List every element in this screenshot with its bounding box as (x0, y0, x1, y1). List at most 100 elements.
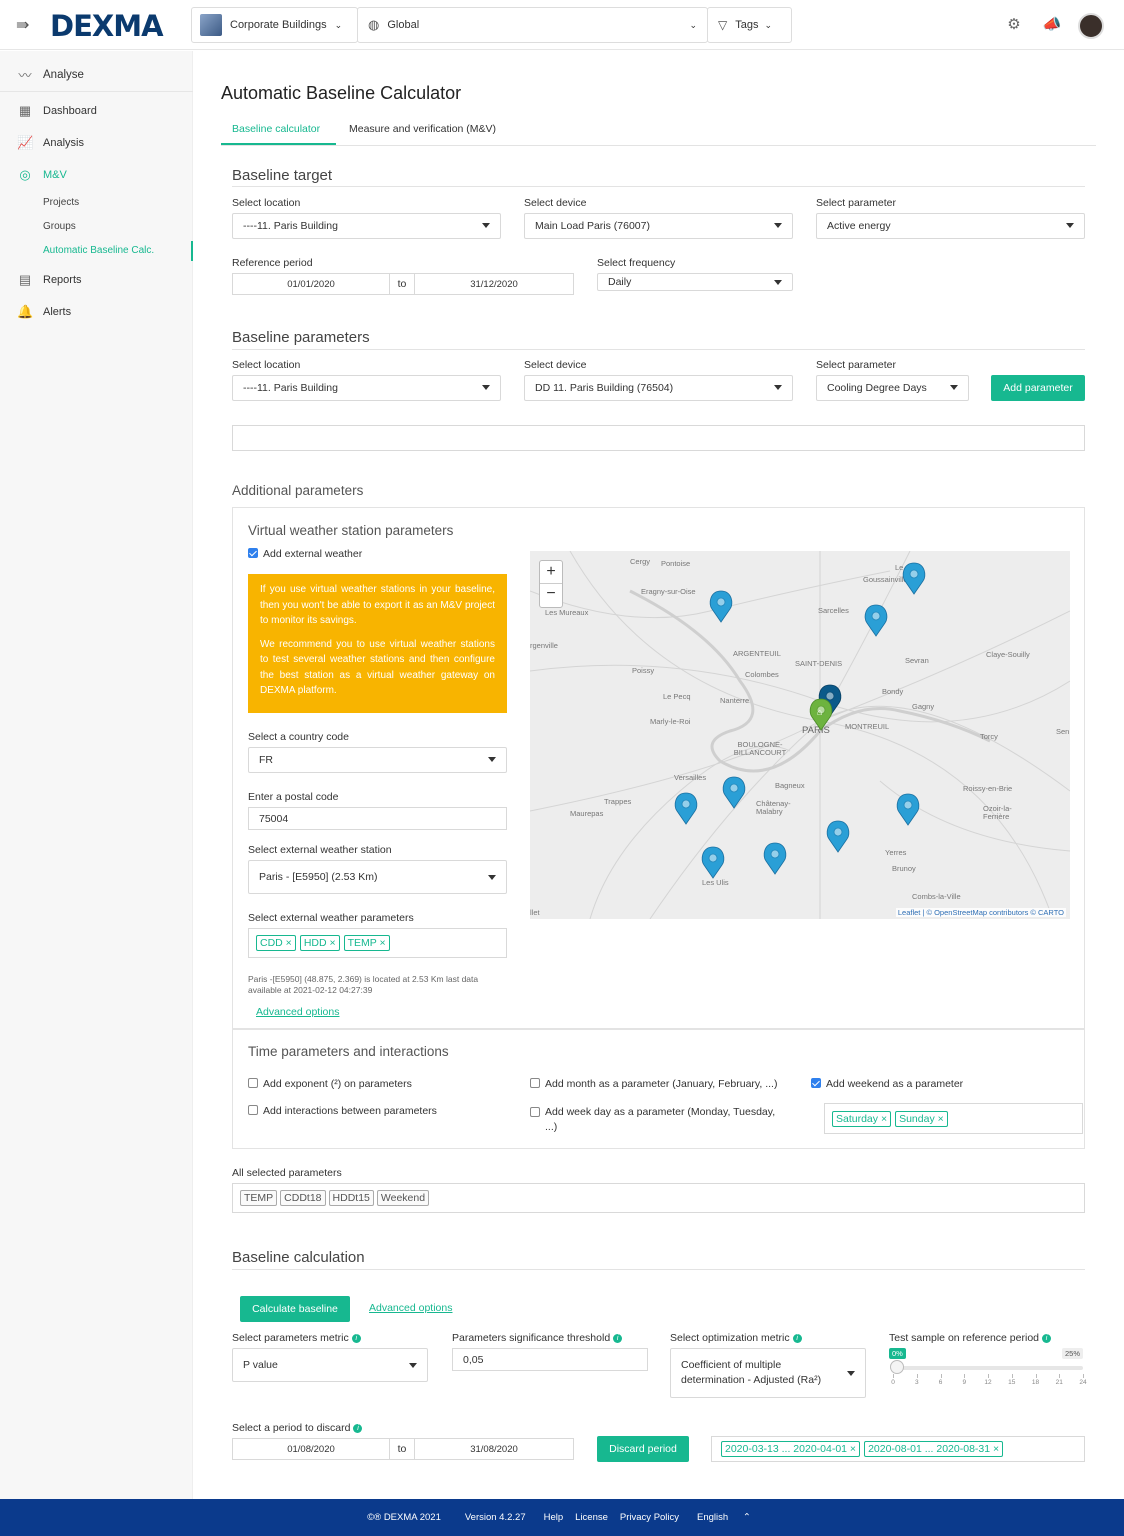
reference-period-to[interactable]: 31/12/2020 (415, 274, 573, 294)
weather-params-multiselect[interactable]: CDD × HDD × TEMP × (248, 928, 507, 958)
param-parameter-select[interactable]: Cooling Degree Days (816, 375, 969, 401)
weekday-checkbox[interactable]: Add week day as a parameter (Monday, Tue… (530, 1105, 790, 1135)
sidebar-item-mv[interactable]: ◎ M&V (17, 167, 67, 183)
tag-label: TEMP (347, 937, 377, 949)
reference-period-from[interactable]: 01/01/2020 (233, 274, 390, 294)
checkbox-icon (248, 1078, 258, 1088)
slider-handle[interactable] (890, 1360, 904, 1374)
calc-advanced-options-link[interactable]: Advanced options (369, 1302, 452, 1314)
checkbox-icon (530, 1078, 540, 1088)
slider-tick-mark (988, 1374, 989, 1378)
sidebar-subitem-automatic-baseline[interactable]: Automatic Baseline Calc. (43, 245, 154, 256)
weather-station-marker[interactable] (902, 562, 926, 595)
add-external-weather-checkbox[interactable]: Add external weather (248, 548, 362, 560)
info-icon[interactable]: i (613, 1333, 623, 1343)
vws-advanced-options-link[interactable]: Advanced options (256, 1006, 339, 1018)
param-location-select[interactable]: ----11. Paris Building (232, 375, 501, 401)
weather-station-marker[interactable] (896, 793, 920, 826)
discarded-periods-multiselect[interactable]: 2020-03-13 ... 2020-04-01 × 2020-08-01 .… (711, 1436, 1085, 1462)
tag-cdd[interactable]: CDD × (256, 935, 296, 951)
sidebar-item-label: Alerts (43, 306, 72, 318)
target-location-label: Select location (232, 197, 301, 209)
info-icon[interactable]: i (351, 1333, 361, 1343)
postal-code-input[interactable]: 75004 (248, 807, 507, 830)
discard-to-label: to (390, 1439, 415, 1459)
tag-discarded-period[interactable]: 2020-08-01 ... 2020-08-31 × (864, 1441, 1004, 1457)
calculate-baseline-button[interactable]: Calculate baseline (240, 1296, 350, 1322)
sidebar-item-dashboard[interactable]: ▦ Dashboard (17, 103, 97, 119)
tag-label: HDD (303, 937, 327, 949)
weather-station-marker[interactable] (864, 604, 888, 637)
selected-parameters-box[interactable] (232, 425, 1085, 451)
select-value: ----11. Paris Building (243, 382, 338, 394)
dexma-logo[interactable]: DEXMA (50, 9, 164, 43)
info-icon[interactable]: i (1042, 1333, 1051, 1343)
caret-down-icon (774, 385, 782, 390)
month-checkbox[interactable]: Add month as a parameter (January, Febru… (530, 1078, 777, 1090)
add-parameter-button[interactable]: Add parameter (991, 375, 1085, 401)
info-icon[interactable]: i (353, 1423, 363, 1433)
footer-privacy-link[interactable]: Privacy Policy (620, 1512, 679, 1523)
slider-track (893, 1366, 1083, 1370)
footer-help-link[interactable]: Help (544, 1512, 564, 1523)
language-label: English (697, 1512, 729, 1523)
param-device-select[interactable]: DD 11. Paris Building (76504) (524, 375, 793, 401)
weather-station-marker[interactable] (701, 846, 725, 879)
country-code-select[interactable]: FR (248, 747, 507, 773)
test-sample-slider[interactable]: 0% 25% 0 3 6 9 12 15 18 21 24 (889, 1348, 1087, 1392)
user-avatar[interactable] (1078, 13, 1104, 39)
org-selector[interactable]: Corporate Buildings ⌄ (191, 7, 358, 43)
announcements-megaphone-icon[interactable]: 📣 (1042, 15, 1062, 35)
tag-saturday[interactable]: Saturday × (832, 1110, 892, 1127)
selected-param-tag: Weekend (376, 1190, 430, 1206)
tag-sunday[interactable]: Sunday × (895, 1110, 948, 1127)
sidebar-item-alerts[interactable]: 🔔 Alerts (17, 304, 71, 320)
weather-stations-map[interactable]: Cergy Pontoise Eragny-sur-Oise Les Murea… (530, 551, 1070, 919)
weekend-days-multiselect[interactable]: Saturday × Sunday × (824, 1103, 1083, 1134)
weather-station-marker[interactable] (826, 820, 850, 853)
footer-license-link[interactable]: License (575, 1512, 608, 1523)
tag-hdd[interactable]: HDD × (299, 935, 340, 951)
frequency-select[interactable]: Daily (597, 273, 793, 291)
settings-gear-icon[interactable]: ⚙ (1004, 15, 1024, 35)
info-icon[interactable]: i (792, 1333, 802, 1343)
weather-station-marker[interactable] (722, 776, 746, 809)
warning-text-1: If you use virtual weather stations in y… (260, 584, 495, 626)
target-device-select[interactable]: Main Load Paris (76007) (524, 213, 793, 239)
scope-selector[interactable]: ◍ Global ⌄ (357, 7, 708, 43)
parameters-metric-select[interactable]: P value (232, 1348, 428, 1382)
footer-language-selector[interactable]: English ⌃ (691, 1512, 757, 1523)
checkbox-icon (530, 1107, 540, 1117)
sidebar-item-analysis[interactable]: 📈 Analysis (17, 135, 84, 151)
tab-measure-verification[interactable]: Measure and verification (M&V) (349, 123, 496, 135)
weather-station-select[interactable]: Paris - [E5950] (2.53 Km) (248, 860, 507, 894)
discard-period-to[interactable]: 31/08/2020 (415, 1439, 573, 1459)
menu-toggle-icon[interactable]: ⇛ (16, 15, 29, 35)
tags-filter[interactable]: ▽ Tags ⌄ (707, 7, 792, 43)
weather-station-marker[interactable] (674, 792, 698, 825)
target-parameter-select[interactable]: Active energy (816, 213, 1085, 239)
sidebar-item-reports[interactable]: ▤ Reports (17, 272, 82, 288)
sidebar-subitem-groups[interactable]: Groups (43, 221, 76, 232)
country-code-label: Select a country code (248, 731, 349, 743)
weather-station-marker[interactable] (709, 590, 733, 623)
tag-discarded-period[interactable]: 2020-03-13 ... 2020-04-01 × (721, 1441, 861, 1457)
sidebar-section-analyse[interactable]: 〰 Analyse (17, 65, 83, 84)
checkbox-checked-icon (248, 548, 258, 558)
filter-icon: ▽ (718, 18, 728, 32)
target-location-select[interactable]: ----11. Paris Building (232, 213, 501, 239)
tag-temp[interactable]: TEMP × (343, 935, 390, 951)
significance-threshold-input[interactable]: 0,05 (452, 1348, 648, 1371)
interactions-checkbox[interactable]: Add interactions between parameters (248, 1105, 437, 1117)
caret-down-icon (409, 1363, 417, 1368)
exponent-checkbox[interactable]: Add exponent (²) on parameters (248, 1078, 412, 1090)
optimization-metric-select[interactable]: Coefficient of multiple determination - … (670, 1348, 866, 1398)
select-value: Daily (608, 276, 632, 288)
discard-period-button[interactable]: Discard period (597, 1436, 689, 1462)
sidebar-subitem-projects[interactable]: Projects (43, 197, 79, 208)
weekend-checkbox[interactable]: Add weekend as a parameter (811, 1078, 963, 1090)
discard-period-from[interactable]: 01/08/2020 (233, 1439, 390, 1459)
slider-tick-label: 9 (962, 1379, 967, 1386)
tab-baseline-calculator[interactable]: Baseline calculator (232, 123, 320, 135)
weather-station-marker[interactable] (763, 842, 787, 875)
